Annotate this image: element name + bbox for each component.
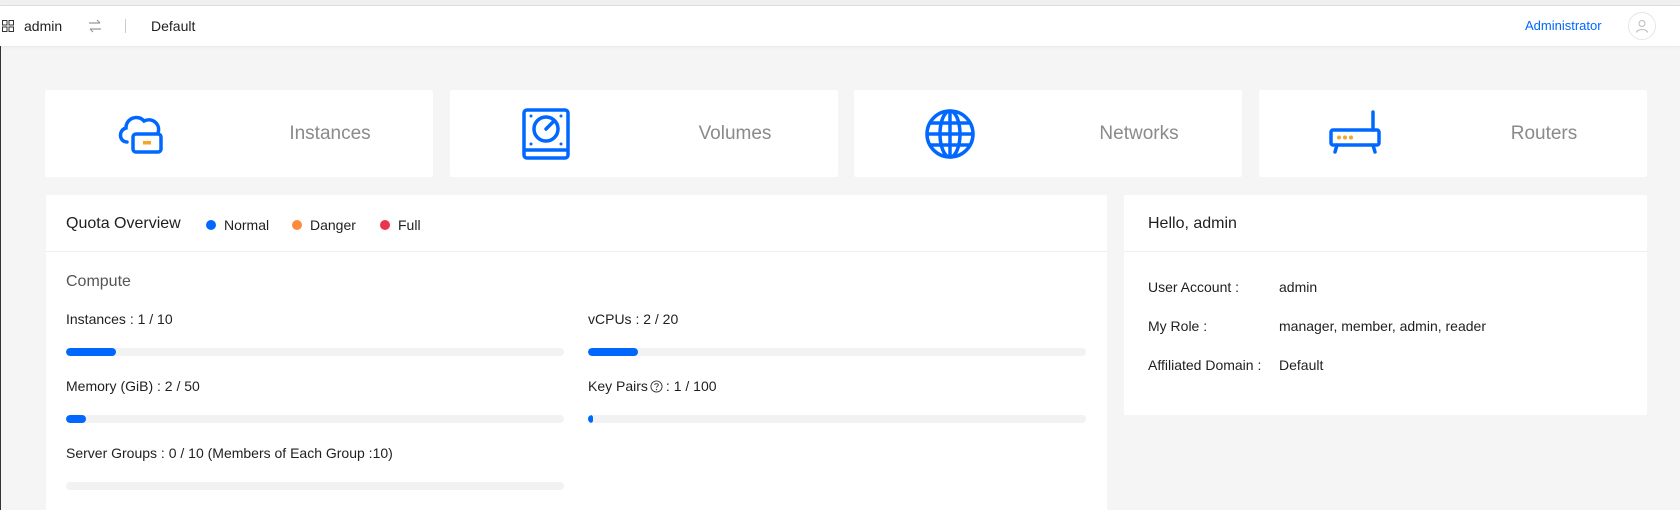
resource-card-instances[interactable]: Instances bbox=[45, 90, 433, 177]
quota-label-instances: Instances : 1 / 10 bbox=[66, 311, 173, 327]
quota-fill bbox=[66, 415, 86, 423]
volume-disk-icon bbox=[522, 108, 570, 160]
resource-label: Routers bbox=[1510, 123, 1578, 144]
resource-label: Volumes bbox=[698, 123, 772, 144]
header-username[interactable]: admin bbox=[24, 18, 62, 34]
legend-label: Normal bbox=[224, 217, 270, 233]
router-icon bbox=[1329, 110, 1381, 154]
user-info-card: Hello, admin User Account : admin My Rol… bbox=[1124, 195, 1647, 415]
quota-bar-memory bbox=[66, 415, 564, 423]
quota-label-memory: Memory (GiB) : 2 / 50 bbox=[66, 378, 200, 394]
quota-fill bbox=[66, 348, 116, 356]
key-pairs-value: : 1 / 100 bbox=[665, 378, 717, 394]
quota-label-vcpus: vCPUs : 2 / 20 bbox=[588, 311, 679, 327]
section-title-compute: Compute bbox=[66, 273, 131, 290]
cloud-server-icon bbox=[118, 115, 163, 154]
quota-label-key-pairs: Key Pairs : 1 / 100 bbox=[588, 378, 717, 394]
info-key-user-account: User Account : bbox=[1148, 279, 1240, 295]
quota-label-server-groups: Server Groups : 0 / 10 (Members of Each … bbox=[66, 445, 393, 461]
legend-label: Danger bbox=[310, 217, 356, 233]
info-value-user-account: admin bbox=[1279, 279, 1318, 295]
question-circle-icon[interactable] bbox=[650, 380, 663, 393]
resource-card-routers[interactable]: Routers bbox=[1259, 90, 1647, 177]
header-role-link[interactable]: Administrator bbox=[1525, 18, 1602, 33]
quota-bar-key-pairs bbox=[588, 415, 1086, 423]
resource-label: Networks bbox=[1099, 123, 1179, 144]
resource-label: Instances bbox=[289, 123, 371, 144]
left-border bbox=[0, 46, 1, 510]
quota-header: Quota Overview Normal Danger Full bbox=[46, 195, 1107, 252]
header-divider bbox=[125, 19, 126, 33]
legend-danger: Danger bbox=[292, 217, 356, 233]
avatar[interactable] bbox=[1628, 12, 1656, 40]
info-key-role: My Role : bbox=[1148, 318, 1208, 334]
header-project[interactable]: Default bbox=[151, 18, 195, 34]
quota-overview-card: Quota Overview Normal Danger Full Comput… bbox=[46, 195, 1107, 510]
key-pairs-label: Key Pairs bbox=[588, 378, 648, 394]
resource-card-volumes[interactable]: Volumes bbox=[450, 90, 838, 177]
switch-project-icon[interactable] bbox=[88, 19, 102, 33]
user-info-header: Hello, admin bbox=[1124, 195, 1647, 252]
quota-bar-vcpus bbox=[588, 348, 1086, 356]
legend-full: Full bbox=[380, 217, 421, 233]
quota-fill bbox=[588, 348, 638, 356]
legend-dot bbox=[380, 220, 390, 230]
legend-dot bbox=[292, 220, 302, 230]
legend-label: Full bbox=[398, 217, 421, 233]
info-value-domain: Default bbox=[1279, 357, 1324, 373]
quota-fill bbox=[588, 415, 593, 423]
quota-bar-instances bbox=[66, 348, 564, 356]
user-icon bbox=[1636, 20, 1648, 33]
info-value-role: manager, member, admin, reader bbox=[1279, 318, 1486, 334]
legend-dot bbox=[206, 220, 216, 230]
greeting-title: Hello, admin bbox=[1148, 215, 1237, 232]
globe-network-icon bbox=[925, 109, 975, 159]
quota-bar-server-groups bbox=[66, 482, 564, 490]
resource-card-networks[interactable]: Networks bbox=[854, 90, 1242, 177]
legend-normal: Normal bbox=[206, 217, 269, 233]
top-header: admin Default Administrator bbox=[0, 6, 1680, 46]
quota-title: Quota Overview bbox=[66, 215, 181, 232]
info-key-domain: Affiliated Domain : bbox=[1148, 357, 1262, 373]
apps-grid-icon[interactable] bbox=[2, 20, 14, 32]
